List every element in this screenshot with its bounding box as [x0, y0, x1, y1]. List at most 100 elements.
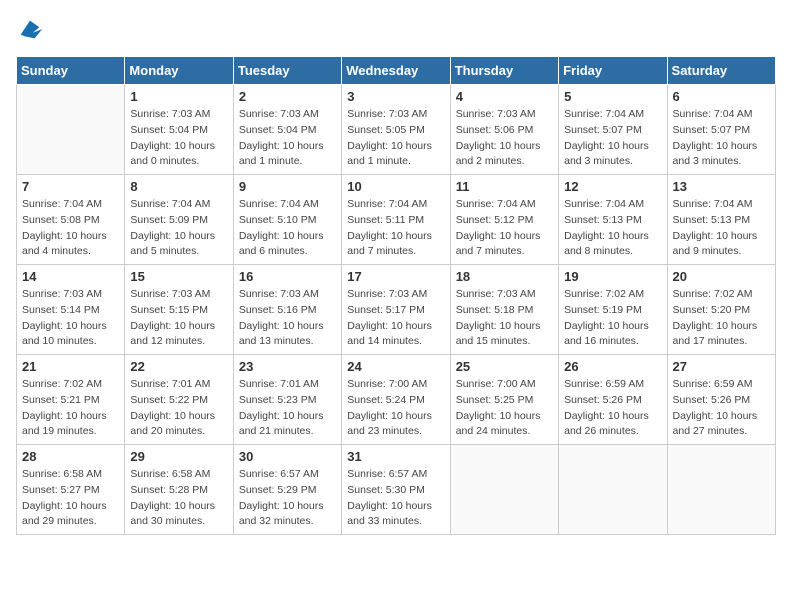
calendar-day-cell: 25 Sunrise: 7:00 AM Sunset: 5:25 PM Dayl…	[450, 355, 558, 445]
calendar-day-cell: 10 Sunrise: 7:04 AM Sunset: 5:11 PM Dayl…	[342, 175, 450, 265]
calendar-day-cell: 13 Sunrise: 7:04 AM Sunset: 5:13 PM Dayl…	[667, 175, 775, 265]
day-detail: Sunrise: 6:59 AM Sunset: 5:26 PM Dayligh…	[564, 377, 661, 440]
page-header	[16, 16, 776, 44]
calendar-day-cell	[450, 445, 558, 535]
day-detail: Sunrise: 7:04 AM Sunset: 5:13 PM Dayligh…	[564, 197, 661, 260]
header-sunday: Sunday	[17, 57, 125, 85]
day-detail: Sunrise: 6:58 AM Sunset: 5:27 PM Dayligh…	[22, 467, 119, 530]
daylight-text: Daylight: 10 hours and 23 minutes.	[347, 410, 432, 438]
calendar-day-cell: 15 Sunrise: 7:03 AM Sunset: 5:15 PM Dayl…	[125, 265, 233, 355]
calendar-week-row: 1 Sunrise: 7:03 AM Sunset: 5:04 PM Dayli…	[17, 85, 776, 175]
daylight-text: Daylight: 10 hours and 6 minutes.	[239, 230, 324, 258]
daylight-text: Daylight: 10 hours and 19 minutes.	[22, 410, 107, 438]
calendar-day-cell: 16 Sunrise: 7:03 AM Sunset: 5:16 PM Dayl…	[233, 265, 341, 355]
sunrise-text: Sunrise: 7:03 AM	[22, 288, 102, 300]
sunset-text: Sunset: 5:15 PM	[130, 304, 208, 316]
day-detail: Sunrise: 7:04 AM Sunset: 5:09 PM Dayligh…	[130, 197, 227, 260]
logo	[16, 16, 48, 44]
calendar-day-cell	[667, 445, 775, 535]
calendar-day-cell: 26 Sunrise: 6:59 AM Sunset: 5:26 PM Dayl…	[559, 355, 667, 445]
sunrise-text: Sunrise: 7:03 AM	[239, 288, 319, 300]
day-number: 25	[456, 359, 553, 374]
sunrise-text: Sunrise: 7:02 AM	[22, 378, 102, 390]
day-number: 20	[673, 269, 770, 284]
day-detail: Sunrise: 7:01 AM Sunset: 5:22 PM Dayligh…	[130, 377, 227, 440]
sunset-text: Sunset: 5:06 PM	[456, 124, 534, 136]
daylight-text: Daylight: 10 hours and 30 minutes.	[130, 500, 215, 528]
sunrise-text: Sunrise: 6:58 AM	[22, 468, 102, 480]
calendar-day-cell: 11 Sunrise: 7:04 AM Sunset: 5:12 PM Dayl…	[450, 175, 558, 265]
day-detail: Sunrise: 7:04 AM Sunset: 5:13 PM Dayligh…	[673, 197, 770, 260]
day-detail: Sunrise: 7:04 AM Sunset: 5:07 PM Dayligh…	[564, 107, 661, 170]
day-number: 17	[347, 269, 444, 284]
daylight-text: Daylight: 10 hours and 3 minutes.	[564, 140, 649, 168]
day-detail: Sunrise: 7:03 AM Sunset: 5:15 PM Dayligh…	[130, 287, 227, 350]
day-number: 28	[22, 449, 119, 464]
day-number: 16	[239, 269, 336, 284]
day-number: 12	[564, 179, 661, 194]
calendar-week-row: 14 Sunrise: 7:03 AM Sunset: 5:14 PM Dayl…	[17, 265, 776, 355]
day-number: 31	[347, 449, 444, 464]
sunrise-text: Sunrise: 7:02 AM	[673, 288, 753, 300]
calendar-day-cell	[559, 445, 667, 535]
day-number: 7	[22, 179, 119, 194]
sunrise-text: Sunrise: 7:04 AM	[673, 108, 753, 120]
day-detail: Sunrise: 6:57 AM Sunset: 5:30 PM Dayligh…	[347, 467, 444, 530]
sunset-text: Sunset: 5:20 PM	[673, 304, 751, 316]
sunrise-text: Sunrise: 7:04 AM	[239, 198, 319, 210]
calendar-day-cell: 9 Sunrise: 7:04 AM Sunset: 5:10 PM Dayli…	[233, 175, 341, 265]
sunset-text: Sunset: 5:09 PM	[130, 214, 208, 226]
day-detail: Sunrise: 7:03 AM Sunset: 5:18 PM Dayligh…	[456, 287, 553, 350]
day-detail: Sunrise: 7:03 AM Sunset: 5:14 PM Dayligh…	[22, 287, 119, 350]
day-detail: Sunrise: 7:02 AM Sunset: 5:20 PM Dayligh…	[673, 287, 770, 350]
sunrise-text: Sunrise: 7:03 AM	[239, 108, 319, 120]
calendar-day-cell: 4 Sunrise: 7:03 AM Sunset: 5:06 PM Dayli…	[450, 85, 558, 175]
day-number: 9	[239, 179, 336, 194]
day-number: 23	[239, 359, 336, 374]
calendar-day-cell: 28 Sunrise: 6:58 AM Sunset: 5:27 PM Dayl…	[17, 445, 125, 535]
daylight-text: Daylight: 10 hours and 7 minutes.	[347, 230, 432, 258]
day-number: 10	[347, 179, 444, 194]
day-detail: Sunrise: 7:04 AM Sunset: 5:12 PM Dayligh…	[456, 197, 553, 260]
daylight-text: Daylight: 10 hours and 29 minutes.	[22, 500, 107, 528]
day-detail: Sunrise: 7:04 AM Sunset: 5:08 PM Dayligh…	[22, 197, 119, 260]
calendar-day-cell: 8 Sunrise: 7:04 AM Sunset: 5:09 PM Dayli…	[125, 175, 233, 265]
day-detail: Sunrise: 7:00 AM Sunset: 5:25 PM Dayligh…	[456, 377, 553, 440]
sunrise-text: Sunrise: 7:00 AM	[456, 378, 536, 390]
day-number: 3	[347, 89, 444, 104]
sunset-text: Sunset: 5:11 PM	[347, 214, 424, 226]
calendar-day-cell: 18 Sunrise: 7:03 AM Sunset: 5:18 PM Dayl…	[450, 265, 558, 355]
daylight-text: Daylight: 10 hours and 16 minutes.	[564, 320, 649, 348]
sunset-text: Sunset: 5:04 PM	[130, 124, 208, 136]
calendar-day-cell: 21 Sunrise: 7:02 AM Sunset: 5:21 PM Dayl…	[17, 355, 125, 445]
header-saturday: Saturday	[667, 57, 775, 85]
daylight-text: Daylight: 10 hours and 26 minutes.	[564, 410, 649, 438]
daylight-text: Daylight: 10 hours and 15 minutes.	[456, 320, 541, 348]
sunrise-text: Sunrise: 7:03 AM	[130, 108, 210, 120]
daylight-text: Daylight: 10 hours and 3 minutes.	[673, 140, 758, 168]
calendar-day-cell: 23 Sunrise: 7:01 AM Sunset: 5:23 PM Dayl…	[233, 355, 341, 445]
day-detail: Sunrise: 7:00 AM Sunset: 5:24 PM Dayligh…	[347, 377, 444, 440]
sunrise-text: Sunrise: 7:03 AM	[456, 288, 536, 300]
calendar-day-cell	[17, 85, 125, 175]
day-number: 13	[673, 179, 770, 194]
sunset-text: Sunset: 5:29 PM	[239, 484, 317, 496]
day-detail: Sunrise: 6:57 AM Sunset: 5:29 PM Dayligh…	[239, 467, 336, 530]
calendar-day-cell: 12 Sunrise: 7:04 AM Sunset: 5:13 PM Dayl…	[559, 175, 667, 265]
sunset-text: Sunset: 5:21 PM	[22, 394, 100, 406]
sunrise-text: Sunrise: 7:03 AM	[347, 288, 427, 300]
sunrise-text: Sunrise: 6:59 AM	[564, 378, 644, 390]
calendar-header-row: Sunday Monday Tuesday Wednesday Thursday…	[17, 57, 776, 85]
day-detail: Sunrise: 7:04 AM Sunset: 5:11 PM Dayligh…	[347, 197, 444, 260]
day-number: 29	[130, 449, 227, 464]
day-number: 1	[130, 89, 227, 104]
daylight-text: Daylight: 10 hours and 14 minutes.	[347, 320, 432, 348]
daylight-text: Daylight: 10 hours and 4 minutes.	[22, 230, 107, 258]
calendar-week-row: 21 Sunrise: 7:02 AM Sunset: 5:21 PM Dayl…	[17, 355, 776, 445]
calendar-day-cell: 24 Sunrise: 7:00 AM Sunset: 5:24 PM Dayl…	[342, 355, 450, 445]
calendar-day-cell: 22 Sunrise: 7:01 AM Sunset: 5:22 PM Dayl…	[125, 355, 233, 445]
sunrise-text: Sunrise: 6:58 AM	[130, 468, 210, 480]
header-tuesday: Tuesday	[233, 57, 341, 85]
calendar-week-row: 7 Sunrise: 7:04 AM Sunset: 5:08 PM Dayli…	[17, 175, 776, 265]
daylight-text: Daylight: 10 hours and 8 minutes.	[564, 230, 649, 258]
